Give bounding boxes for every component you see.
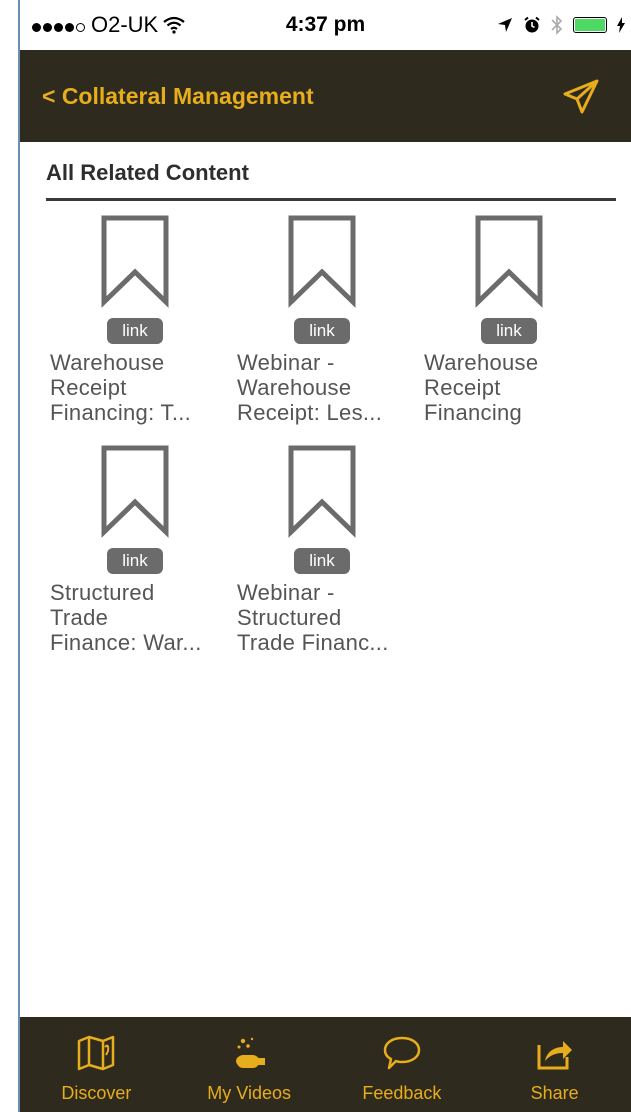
tab-share[interactable]: Share [478, 1017, 631, 1112]
videos-icon [236, 1037, 266, 1068]
carrier-name: O2-UK [91, 12, 159, 37]
bluetooth-icon [551, 15, 563, 35]
tab-my-videos[interactable]: My Videos [173, 1017, 326, 1112]
bookmark-icon [288, 215, 356, 308]
link-badge: link [481, 318, 537, 344]
tab-label: My Videos [207, 1083, 291, 1103]
location-arrow-icon [498, 18, 512, 32]
charging-icon [617, 17, 625, 33]
tab-discover[interactable]: Discover [20, 1017, 173, 1112]
bookmark-icon [288, 445, 356, 538]
tab-label: Share [530, 1083, 579, 1103]
tab-bar: Discover My Videos Feedback Share [20, 1017, 631, 1112]
back-button[interactable]: < Collateral Management [42, 83, 314, 110]
section-title: All Related Content [46, 160, 249, 185]
link-badge: link [107, 548, 163, 574]
map-icon [78, 1035, 115, 1071]
alarm-icon [524, 16, 540, 33]
bookmark-icon [475, 215, 543, 308]
signal-strength-icon [32, 12, 87, 38]
share-icon [537, 1041, 572, 1070]
content-item-title: Warehouse Receipt Financing: T... [50, 350, 192, 425]
tab-feedback[interactable]: Feedback [326, 1017, 479, 1112]
link-badge: link [294, 318, 350, 344]
battery-icon [573, 17, 607, 33]
link-badge: link [107, 318, 163, 344]
app-screen: O2-UK 4:37 pm < Collateral Management Al… [18, 0, 631, 1112]
bookmark-icon [101, 445, 169, 538]
content-item-title: Webinar - Structured Trade Financ... [237, 580, 389, 655]
status-right [497, 15, 625, 35]
navigation-bar: < Collateral Management [20, 50, 631, 142]
section-divider [46, 198, 616, 201]
content-item-title: Webinar - Warehouse Receipt: Les... [237, 350, 383, 425]
tab-label: Feedback [362, 1083, 442, 1103]
content-item-title: Structured Trade Finance: War... [50, 580, 202, 655]
status-bar: O2-UK 4:37 pm [20, 0, 631, 50]
status-left: O2-UK [32, 12, 186, 38]
content-item-title: Warehouse Receipt Financing [424, 350, 539, 425]
wifi-icon [163, 16, 185, 34]
speech-bubble-icon [383, 1036, 421, 1070]
link-badge: link [294, 548, 350, 574]
send-icon[interactable] [561, 77, 601, 117]
bookmark-icon [101, 215, 169, 308]
tab-label: Discover [61, 1083, 132, 1103]
